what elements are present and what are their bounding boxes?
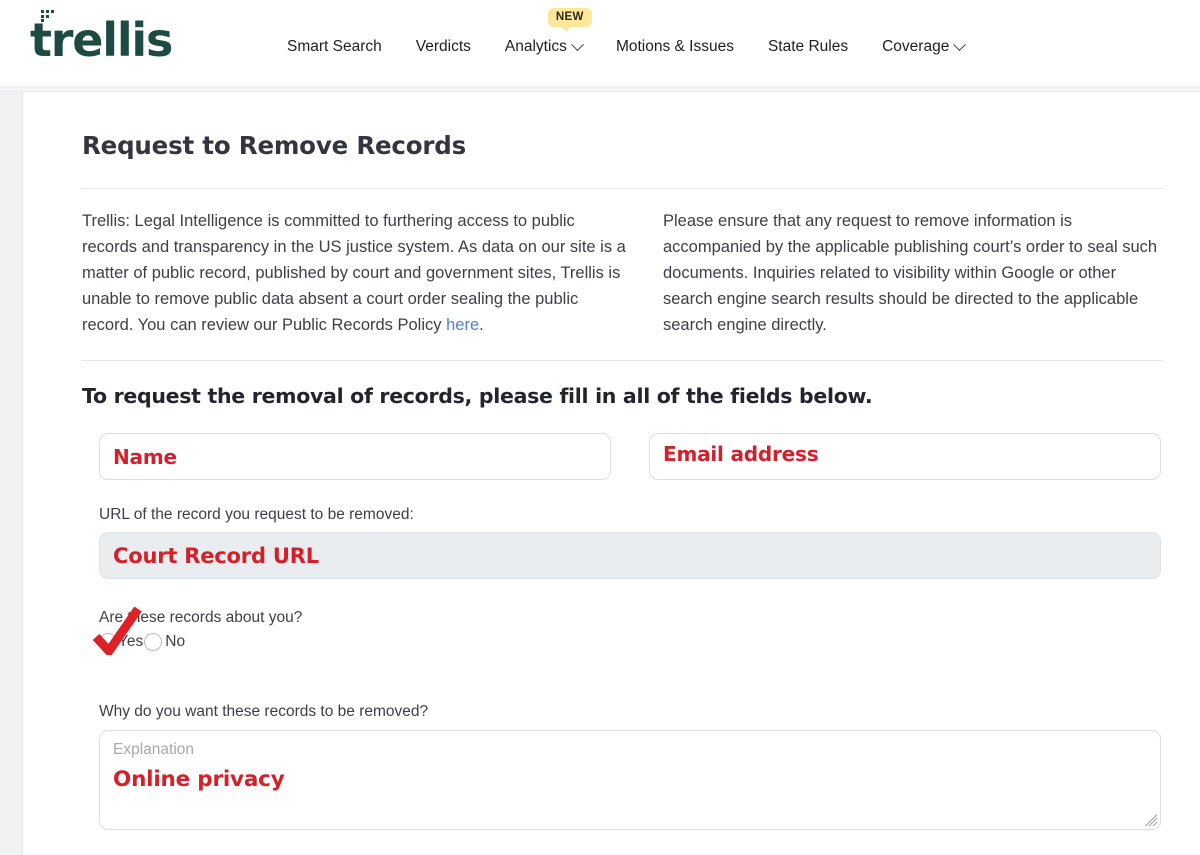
- primary-nav: Smart Search Verdicts NEW Analytics Moti…: [287, 8, 967, 56]
- nav-item-state-rules[interactable]: State Rules: [768, 38, 848, 56]
- court-record-url-input[interactable]: Court Record URL: [99, 532, 1161, 580]
- intro-paragraph-left: Trellis: Legal Intelligence is committed…: [82, 208, 629, 338]
- intro-paragraph-right: Please ensure that any request to remove…: [663, 212, 1158, 335]
- public-records-policy-link[interactable]: here: [446, 316, 479, 334]
- top-navigation-bar: trellis Smart Search Verdicts NEW Analyt…: [0, 0, 1200, 86]
- chevron-down-icon: [571, 37, 584, 51]
- email-input-value: Email address: [663, 441, 819, 466]
- records-about-you-radio-group: Yes No: [92, 607, 1161, 656]
- trellis-logo[interactable]: trellis: [30, 10, 173, 67]
- nav-item-smart-search[interactable]: Smart Search: [287, 38, 382, 56]
- nav-item-motions-and-issues[interactable]: Motions & Issues: [616, 38, 734, 56]
- intro-left-text-part1: Trellis: Legal Intelligence is committed…: [82, 212, 626, 335]
- nav-item-verdicts[interactable]: Verdicts: [416, 38, 471, 56]
- explanation-textarea[interactable]: Explanation Online privacy: [99, 730, 1161, 831]
- radio-no-label: No: [165, 633, 186, 651]
- nav-label: Smart Search: [287, 38, 382, 55]
- nav-label: State Rules: [767, 38, 849, 55]
- form-instruction-heading: To request the removal of records, pleas…: [82, 384, 873, 409]
- logo-decoration-icon: [41, 10, 55, 22]
- nav-item-coverage[interactable]: Coverage: [882, 37, 967, 56]
- content-card: Request to Remove Records Trellis: Legal…: [22, 92, 1200, 855]
- nav-label: Verdicts: [415, 38, 471, 55]
- intro-left-text-part2: .: [479, 316, 484, 335]
- url-field-label: URL of the record you request to be remo…: [99, 506, 414, 524]
- explanation-placeholder: Explanation: [113, 741, 195, 759]
- logo-wordmark: trellis: [30, 13, 173, 67]
- nav-label: Coverage: [882, 38, 950, 55]
- records-about-you-label: Are these records about you?: [99, 609, 303, 627]
- name-input[interactable]: Name: [99, 433, 611, 481]
- email-input[interactable]: Email address: [649, 433, 1161, 481]
- nav-label: Motions & Issues: [615, 38, 734, 55]
- nav-label: Analytics: [504, 38, 567, 55]
- radio-no[interactable]: [144, 633, 163, 652]
- explanation-value: Online privacy: [113, 767, 285, 793]
- radio-yes[interactable]: [99, 633, 117, 652]
- name-email-row: Name Email address: [99, 408, 1161, 481]
- explanation-label: Why do you want these records to be remo…: [99, 703, 429, 721]
- url-input-value: Court Record URL: [113, 543, 319, 568]
- nav-item-analytics[interactable]: NEW Analytics: [504, 8, 592, 56]
- removal-request-form: Name Email address URL of the record you…: [23, 408, 1200, 831]
- page-background: Request to Remove Records Trellis: Legal…: [0, 92, 1200, 855]
- intro-columns: Trellis: Legal Intelligence is committed…: [82, 189, 1163, 338]
- resize-handle-icon[interactable]: [1145, 814, 1158, 827]
- chevron-down-icon: [953, 37, 967, 51]
- page-title: Request to Remove Records: [82, 131, 466, 160]
- new-badge: NEW: [547, 8, 592, 32]
- radio-yes-label: Yes: [118, 633, 144, 651]
- name-input-value: Name: [113, 444, 177, 469]
